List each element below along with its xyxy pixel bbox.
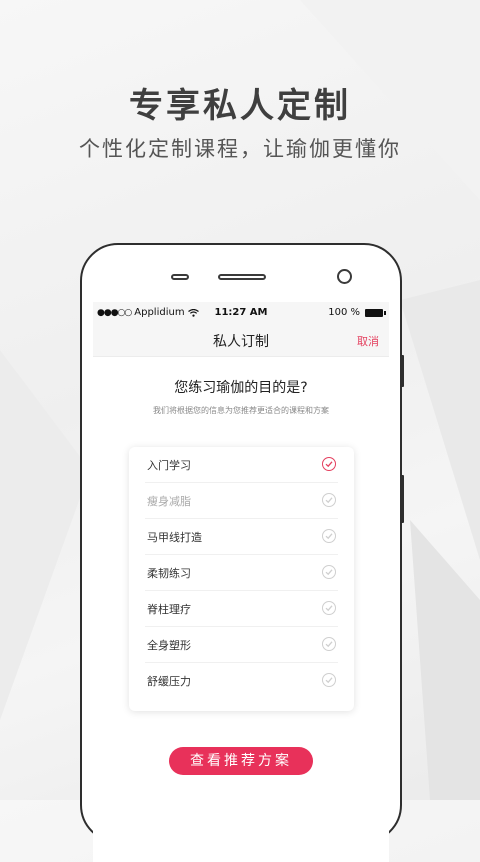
option-item-stress-relief[interactable]: 舒缓压力 [145, 663, 338, 698]
option-label: 脊柱理疗 [147, 603, 191, 616]
option-item-flexibility[interactable]: 柔韧练习 [145, 555, 338, 591]
app-screen: ●●●○○ Applidium 11:27 AM 100 % 私人订制 取消 您… [93, 302, 389, 862]
option-item-body-shaping[interactable]: 全身塑形 [145, 627, 338, 663]
status-bar: ●●●○○ Applidium 11:27 AM 100 % [93, 302, 389, 324]
checkmark-icon [322, 637, 336, 651]
battery-percent: 100 % [328, 307, 360, 318]
status-right: 100 % [328, 307, 386, 318]
sensor-slot [171, 274, 189, 280]
side-button-power [401, 475, 404, 523]
option-label: 马甲线打造 [147, 531, 202, 544]
cancel-button[interactable]: 取消 [357, 333, 379, 349]
view-recommendation-button[interactable]: 查看推荐方案 [169, 747, 313, 775]
side-button-volume [401, 355, 404, 387]
checkmark-icon [322, 529, 336, 543]
checkmark-icon [322, 493, 336, 507]
checkmark-icon [322, 601, 336, 615]
option-item-spine[interactable]: 脊柱理疗 [145, 591, 338, 627]
option-item-abs[interactable]: 马甲线打造 [145, 519, 338, 555]
option-label: 舒缓压力 [147, 675, 191, 688]
battery-icon [365, 308, 386, 317]
option-label: 瘦身减脂 [147, 495, 191, 508]
question-title: 您练习瑜伽的目的是? [174, 380, 308, 396]
option-label: 入门学习 [147, 459, 191, 472]
phone-frame: ●●●○○ Applidium 11:27 AM 100 % 私人订制 取消 您… [80, 243, 404, 862]
checkmark-icon [322, 457, 336, 471]
option-label: 全身塑形 [147, 639, 191, 652]
earpiece-speaker [218, 274, 266, 280]
front-camera-icon [337, 269, 352, 284]
checkmark-icon [322, 565, 336, 579]
checkmark-icon [322, 673, 336, 687]
promo-subline: 个性化定制课程，让瑜伽更懂你 [79, 137, 401, 161]
page-title: 私人订制 [213, 334, 269, 350]
promo-headline: 专享私人定制 [129, 86, 351, 126]
navigation-bar: 私人订制 取消 [93, 324, 389, 357]
option-label: 柔韧练习 [147, 567, 191, 580]
options-card: 入门学习 瘦身减脂 马甲线打造 柔韧练习 脊柱理疗 全身塑形 舒缓压力 [129, 447, 354, 711]
question-hint: 我们将根据您的信息为您推荐更适合的课程和方案 [153, 406, 329, 415]
option-item-slimming[interactable]: 瘦身减脂 [145, 483, 338, 519]
option-item-beginner[interactable]: 入门学习 [145, 447, 338, 483]
